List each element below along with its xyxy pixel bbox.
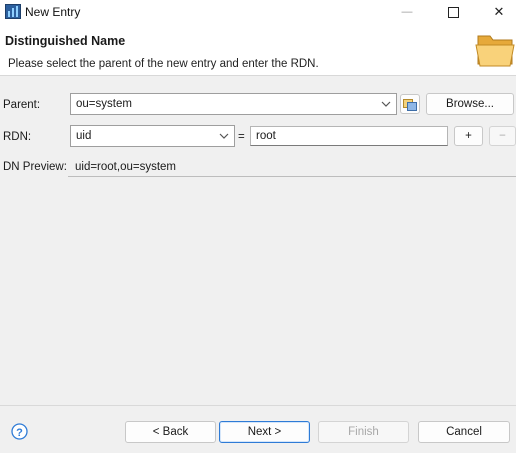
dn-preview-underline [68,176,516,177]
maximize-icon [447,6,459,18]
remove-rdn-button[interactable]: − [489,126,516,146]
cancel-button[interactable]: Cancel [418,421,510,443]
maximize-button[interactable] [430,0,476,24]
minimize-button[interactable]: — [384,0,430,24]
close-button[interactable]: ✕ [476,0,516,24]
add-rdn-button[interactable]: + [454,126,483,146]
help-icon[interactable] [11,423,28,440]
entry-history-button[interactable] [400,94,420,114]
back-button[interactable]: < Back [125,421,216,443]
dn-preview-value: uid=root,ou=system [75,161,177,173]
rdn-attribute-combo[interactable]: uid [70,125,235,147]
chevron-down-icon[interactable] [381,99,391,109]
rdn-value-text: root [256,130,276,142]
browse-button[interactable]: Browse... [426,93,514,115]
page-description: Please select the parent of the new entr… [8,58,319,70]
parent-combo[interactable]: ou=system [70,93,397,115]
chevron-down-icon[interactable] [219,131,229,141]
parent-label: Parent: [3,99,41,111]
app-icon [5,4,21,19]
directory-entry-icon [403,98,417,111]
window-title: New Entry [25,5,81,19]
next-button[interactable]: Next > [219,421,310,443]
footer-separator [0,405,516,406]
close-icon: ✕ [493,4,505,19]
equals-sign: = [238,131,245,143]
finish-button[interactable]: Finish [318,421,409,443]
rdn-label: RDN: [3,131,32,143]
page-title: Distinguished Name [5,34,126,48]
rdn-value-input[interactable]: root [250,126,448,146]
rdn-attribute-value: uid [76,130,92,142]
minimize-icon: — [401,6,413,18]
dn-preview-label: DN Preview: [3,161,67,173]
parent-value: ou=system [76,98,132,110]
folder-icon [475,35,515,67]
